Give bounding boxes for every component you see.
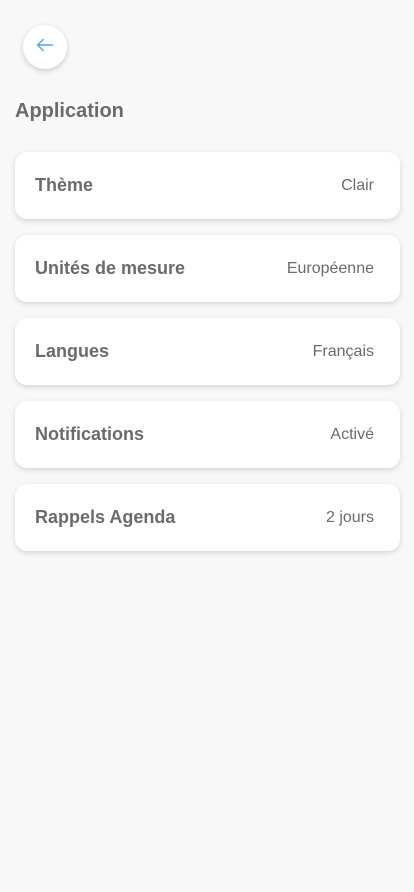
setting-label: Langues [35,341,110,361]
setting-value: Clair [341,176,374,194]
setting-value: 2 jours [325,508,374,526]
section-title: Application [15,100,124,122]
setting-label: Notifications [35,424,145,444]
setting-label: Unités de mesure [35,258,186,278]
setting-units[interactable]: Unités de mesure Européenne [15,235,400,302]
setting-label: Rappels Agenda [35,507,176,527]
back-button[interactable] [23,25,67,69]
setting-value: Européenne [286,259,374,277]
settings-list: Thème Clair Unités de mesure Européenne … [15,152,400,567]
arrow-left-icon [34,34,56,61]
setting-theme[interactable]: Thème Clair [15,152,400,219]
setting-languages[interactable]: Langues Français [15,318,400,385]
setting-notifications[interactable]: Notifications Activé [15,401,400,468]
setting-value: Français [312,342,374,360]
setting-agenda-reminders[interactable]: Rappels Agenda 2 jours [15,484,400,551]
setting-value: Activé [330,425,374,443]
setting-label: Thème [35,175,94,195]
